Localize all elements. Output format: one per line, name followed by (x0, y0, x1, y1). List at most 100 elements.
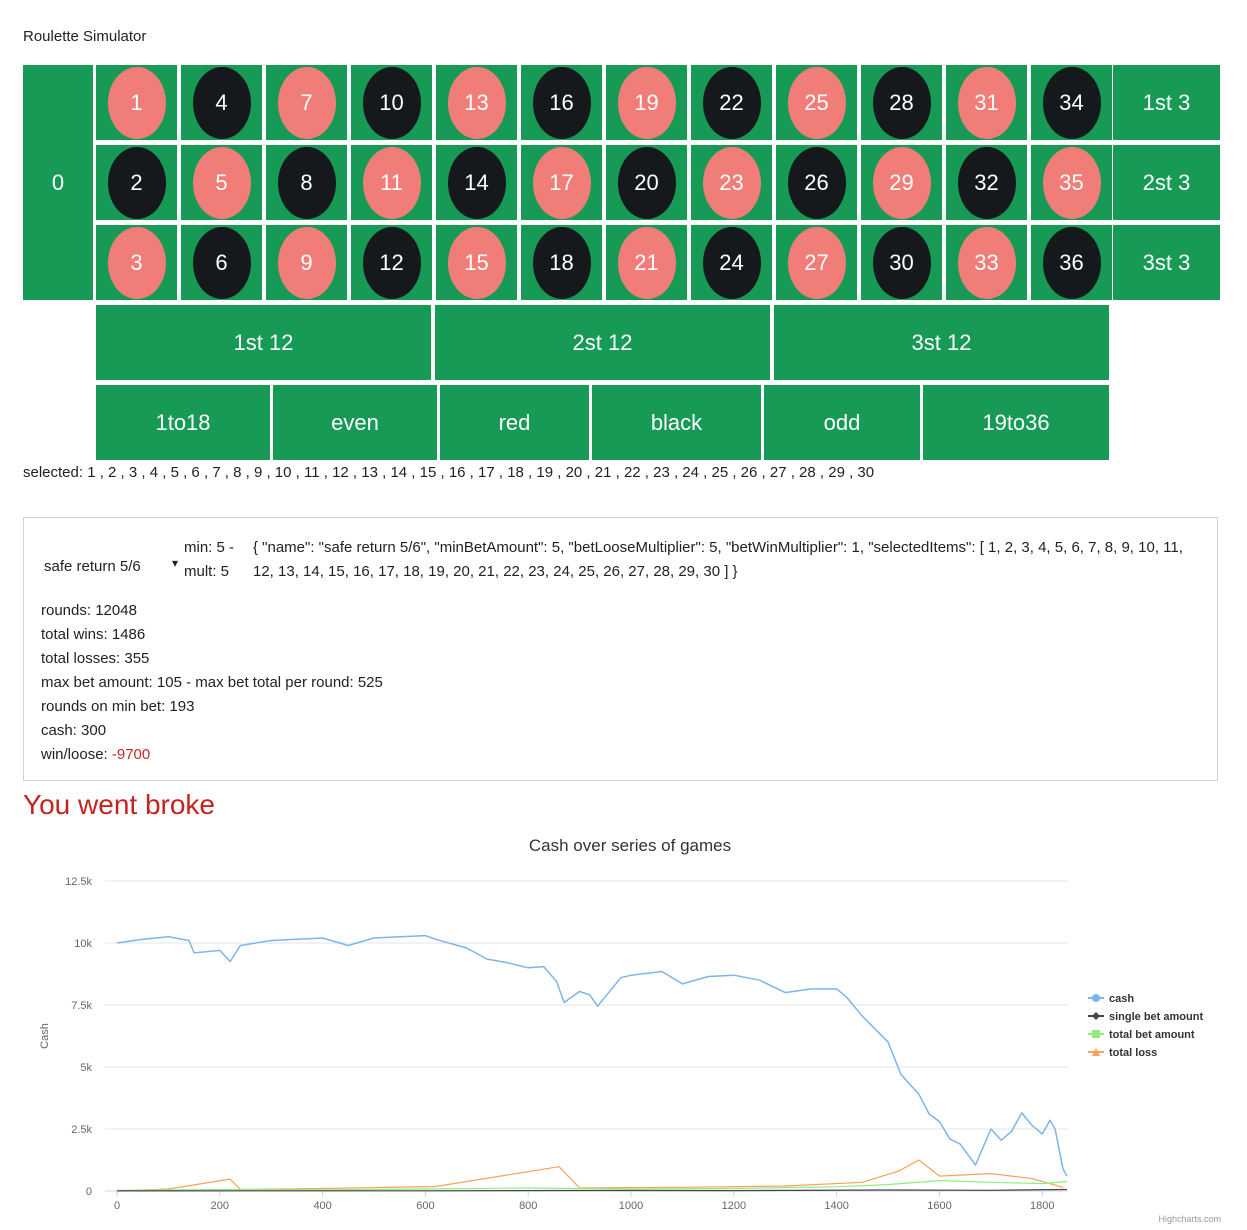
number-cell[interactable]: 26 (776, 145, 857, 220)
number-cell[interactable]: 29 (861, 145, 942, 220)
number-cell[interactable]: 14 (436, 145, 517, 220)
number-ball: 4 (192, 66, 251, 139)
number-ball: 34 (1042, 66, 1101, 139)
number-ball: 19 (617, 66, 676, 139)
number-cell[interactable]: 5 (181, 145, 262, 220)
chart-y-axis-label: Cash (39, 1023, 51, 1049)
x-tick-label: 1000 (619, 1200, 643, 1212)
strategy-min-mult: min: 5 - mult: 5 (184, 536, 234, 584)
outside-bet-black[interactable]: black (592, 385, 761, 460)
number-ball: 31 (957, 66, 1016, 139)
y-tick-label: 10k (74, 938, 92, 950)
number-cell[interactable]: 15 (436, 225, 517, 300)
number-cell[interactable]: 7 (266, 65, 347, 140)
legend-item-label[interactable]: total loss (1109, 1047, 1157, 1059)
column-bet-3[interactable]: 3st 3 (1113, 225, 1220, 300)
number-cell[interactable]: 28 (861, 65, 942, 140)
zero-cell[interactable]: 0 (23, 65, 93, 300)
app-title: Roulette Simulator (23, 28, 147, 45)
number-cell[interactable]: 11 (351, 145, 432, 220)
number-ball: 7 (277, 66, 336, 139)
highcharts-credit-link[interactable]: Highcharts.com (1158, 1214, 1221, 1224)
stat-total-losses: total losses: 355 (41, 650, 150, 667)
number-cell[interactable]: 9 (266, 225, 347, 300)
outside-bet-odd[interactable]: odd (764, 385, 920, 460)
number-ball: 11 (362, 146, 421, 219)
number-cell[interactable]: 13 (436, 65, 517, 140)
number-cell[interactable]: 20 (606, 145, 687, 220)
number-ball: 27 (787, 226, 846, 299)
series-line-total-loss (116, 1159, 1064, 1192)
number-cell[interactable]: 16 (521, 65, 602, 140)
number-cell[interactable]: 4 (181, 65, 262, 140)
legend-marker (1092, 994, 1100, 1002)
number-cell[interactable]: 12 (351, 225, 432, 300)
strategy-json: { "name": "safe return 5/6", "minBetAmou… (253, 539, 1183, 580)
number-cell[interactable]: 27 (776, 225, 857, 300)
dozen-bet-2[interactable]: 2st 12 (435, 305, 770, 380)
outside-bet-even[interactable]: even (273, 385, 437, 460)
number-cell[interactable]: 30 (861, 225, 942, 300)
chart-legend: cash single bet amount total bet amount tot… (1088, 993, 1203, 1059)
number-cell[interactable]: 22 (691, 65, 772, 140)
x-tick-label: 400 (313, 1200, 331, 1212)
number-cell[interactable]: 8 (266, 145, 347, 220)
stat-max-bet: max bet amount: 105 - max bet total per … (41, 674, 383, 691)
number-ball: 8 (277, 146, 336, 219)
number-cell[interactable]: 6 (181, 225, 262, 300)
number-cell[interactable]: 35 (1031, 145, 1112, 220)
number-cell[interactable]: 31 (946, 65, 1027, 140)
number-cell[interactable]: 1 (96, 65, 177, 140)
broke-message: You went broke (23, 789, 215, 820)
number-cell[interactable]: 36 (1031, 225, 1112, 300)
stat-rounds-min-bet: rounds on min bet: 193 (41, 698, 195, 715)
outside-bet-red[interactable]: red (440, 385, 589, 460)
number-cell[interactable]: 17 (521, 145, 602, 220)
number-cell[interactable]: 18 (521, 225, 602, 300)
y-tick-label: 0 (86, 1186, 92, 1198)
number-cell[interactable]: 23 (691, 145, 772, 220)
strategy-select[interactable]: safe return 5/6 ▾ (44, 556, 184, 575)
stat-cash: cash: 300 (41, 722, 107, 739)
legend-item-label[interactable]: cash (1109, 993, 1134, 1005)
x-tick-label: 600 (416, 1200, 434, 1212)
number-cell[interactable]: 2 (96, 145, 177, 220)
column-bet-1[interactable]: 1st 3 (1113, 65, 1220, 140)
number-cell[interactable]: 32 (946, 145, 1027, 220)
roulette-table: 0 1 4 7 10 13 16 19 22 25 28 31 34 2 5 8 11 14 17 20 23 26 29… (23, 65, 1220, 461)
x-tick-label: 1800 (1030, 1200, 1054, 1212)
number-cell[interactable]: 3 (96, 225, 177, 300)
x-tick-label: 1400 (824, 1200, 848, 1212)
number-cell[interactable]: 25 (776, 65, 857, 140)
number-cell[interactable]: 24 (691, 225, 772, 300)
outside-bet-1to18[interactable]: 1to18 (96, 385, 270, 460)
series-line-cash (116, 934, 1068, 1177)
number-ball: 23 (702, 146, 761, 219)
number-ball: 5 (192, 146, 251, 219)
number-ball: 14 (447, 146, 506, 219)
outside-bet-19to36[interactable]: 19to36 (923, 385, 1109, 460)
number-cell[interactable]: 21 (606, 225, 687, 300)
legend-item-label[interactable]: total bet amount (1109, 1029, 1195, 1041)
dozen-bet-1[interactable]: 1st 12 (96, 305, 431, 380)
number-ball: 6 (192, 226, 251, 299)
number-ball: 17 (532, 146, 591, 219)
y-tick-label: 2.5k (71, 1124, 92, 1136)
number-cell[interactable]: 10 (351, 65, 432, 140)
number-cell[interactable]: 19 (606, 65, 687, 140)
strategy-panel: safe return 5/6 ▾ min: 5 - mult: 5 { "na… (23, 517, 1218, 781)
number-cell[interactable]: 34 (1031, 65, 1112, 140)
legend-marker (1092, 1030, 1100, 1038)
number-ball: 24 (702, 226, 761, 299)
x-tick-label: 200 (211, 1200, 229, 1212)
column-bet-2[interactable]: 2st 3 (1113, 145, 1220, 220)
chart-grid (105, 880, 1068, 1192)
number-ball: 33 (957, 226, 1016, 299)
legend-item-label[interactable]: single bet amount (1109, 1011, 1203, 1023)
number-ball: 2 (107, 146, 166, 219)
number-ball: 32 (957, 146, 1016, 219)
number-ball: 29 (872, 146, 931, 219)
chevron-down-icon: ▾ (172, 556, 179, 570)
number-cell[interactable]: 33 (946, 225, 1027, 300)
dozen-bet-3[interactable]: 3st 12 (774, 305, 1109, 380)
